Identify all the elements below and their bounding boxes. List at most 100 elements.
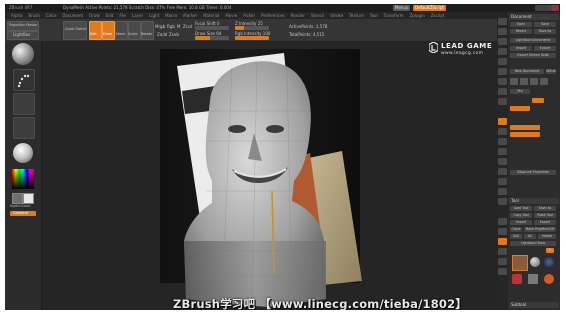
focal-shift-slider[interactable] — [195, 26, 229, 30]
goz-button[interactable]: GoZ — [510, 234, 522, 239]
aahalf-icon[interactable] — [498, 68, 507, 75]
r-toggle[interactable]: R — [546, 248, 554, 253]
menus-button[interactable]: Menus — [393, 5, 411, 11]
texture-icon[interactable] — [13, 117, 35, 139]
new-document-button[interactable]: New Document — [510, 69, 544, 74]
bpr-icon[interactable] — [498, 18, 507, 25]
tool-thumb-6[interactable] — [544, 274, 554, 284]
shelf-tool-icon-2[interactable] — [498, 228, 507, 235]
m-toggle[interactable]: M — [177, 24, 180, 29]
scroll-icon[interactable] — [498, 38, 507, 45]
revert-button[interactable]: Revert — [510, 29, 532, 34]
persp-icon[interactable] — [498, 78, 507, 85]
wsize-button[interactable]: WSize — [546, 69, 556, 74]
export-screen-grab-button[interactable]: Export Screen Grab — [510, 53, 556, 58]
goz-all-button[interactable]: All — [524, 234, 536, 239]
menu-item[interactable]: Zplugin — [410, 12, 425, 19]
maximize-icon[interactable] — [543, 5, 551, 11]
menu-item[interactable]: Edit — [106, 12, 114, 19]
zcut-toggle[interactable]: Zcut — [183, 24, 192, 29]
main-color-swatch[interactable] — [12, 193, 23, 204]
tool-panel-header[interactable]: Tool — [509, 198, 559, 204]
menu-item[interactable]: Movie — [225, 12, 237, 19]
tool-thumb-4[interactable] — [512, 274, 522, 284]
goz-visible-button[interactable]: Visible — [538, 234, 556, 239]
frame-icon[interactable] — [498, 118, 507, 125]
spix-icon[interactable] — [498, 28, 507, 35]
draw-size-slider[interactable] — [195, 36, 229, 40]
scale-view-icon[interactable] — [498, 138, 507, 145]
z-intensity-slider[interactable] — [235, 26, 269, 30]
menu-item[interactable]: Draw — [89, 12, 99, 19]
clone-button[interactable]: Clone — [510, 227, 522, 232]
xpose-icon[interactable] — [498, 198, 507, 205]
simplebrush-tool-thumbnail[interactable] — [544, 257, 554, 267]
secondary-color-swatch[interactable] — [23, 193, 34, 204]
save-as-button[interactable]: Save As — [534, 29, 556, 34]
scale-button[interactable] — [128, 21, 141, 40]
menu-item[interactable]: Stroke — [330, 12, 343, 19]
minimize-icon[interactable] — [535, 5, 543, 11]
range-toggle[interactable] — [532, 98, 544, 103]
back-color-slider[interactable] — [510, 106, 530, 111]
menu-item[interactable]: Stencil — [311, 12, 325, 19]
shelf-tool-icon-6[interactable] — [498, 268, 507, 275]
alpha-icon[interactable] — [13, 93, 35, 115]
zadd-toggle[interactable]: Zadd — [157, 32, 167, 37]
menu-item[interactable]: Marker — [183, 12, 197, 19]
menu-item[interactable]: Zscript — [431, 12, 445, 19]
menu-item[interactable]: Preferences — [261, 12, 285, 19]
pro-toggle[interactable]: Pro — [510, 89, 530, 94]
menu-item[interactable]: File — [119, 12, 126, 19]
mrgb-toggle[interactable]: Mrgb — [155, 24, 165, 29]
zapplink-properties-button[interactable]: ZAppLink Properties — [510, 170, 556, 175]
edit-button[interactable] — [89, 21, 102, 40]
subtool-panel-header[interactable]: Subtool — [509, 302, 559, 308]
rotate-view-icon[interactable] — [498, 148, 507, 155]
save-button[interactable]: Save — [534, 22, 556, 27]
transp-icon[interactable] — [498, 168, 507, 175]
save-as-tool-button[interactable]: Save As — [534, 206, 556, 211]
close-icon[interactable] — [551, 5, 559, 11]
move-view-icon[interactable] — [498, 128, 507, 135]
shelf-tool-icon-3[interactable] — [498, 238, 507, 245]
document-panel-header[interactable]: Document — [509, 14, 559, 20]
shelf-tool-icon-5[interactable] — [498, 258, 507, 265]
ghost-icon[interactable] — [498, 178, 507, 185]
make-polymesh3d-button[interactable]: Make PolyMesh3D — [524, 227, 556, 232]
lightbox-tools-button[interactable]: Lightbox>Tools — [510, 241, 556, 246]
export-tool-button[interactable]: Export — [534, 220, 556, 225]
menu-item[interactable]: Render — [291, 12, 305, 19]
rgb-toggle[interactable]: Rgb — [167, 24, 175, 29]
menu-item[interactable]: Transform — [384, 12, 404, 19]
doc-preset-icon-3[interactable] — [530, 78, 538, 85]
zsub-toggle[interactable]: Zsub — [169, 32, 179, 37]
draw-button[interactable] — [102, 21, 115, 40]
document-canvas[interactable] — [42, 41, 497, 310]
polyf-icon[interactable] — [498, 158, 507, 165]
rotate-button[interactable] — [141, 21, 154, 40]
solo-icon[interactable] — [498, 188, 507, 195]
lightbox-documents-button[interactable]: LightBox>Documents — [510, 38, 556, 43]
open-button[interactable]: Open — [510, 22, 532, 27]
shelf-tool-icon-4[interactable] — [498, 248, 507, 255]
menu-item[interactable]: Brush — [28, 12, 40, 19]
move-button[interactable] — [115, 21, 128, 40]
menu-item[interactable]: Document — [62, 12, 83, 19]
material-sphere-icon[interactable] — [13, 143, 33, 163]
menu-item[interactable]: Tool — [370, 12, 378, 19]
load-tool-button[interactable]: Load Tool — [510, 206, 532, 211]
shelf-tool-icon-1[interactable] — [498, 218, 507, 225]
menu-item[interactable]: Alpha — [11, 12, 22, 19]
stroke-dots-icon[interactable] — [13, 69, 35, 91]
import-tool-button[interactable]: Import — [510, 220, 532, 225]
switch-color-label[interactable]: SwitchColor — [10, 204, 31, 208]
sphere-tool-thumbnail[interactable] — [530, 257, 540, 267]
import-document-button[interactable]: Import — [510, 46, 532, 51]
menu-item[interactable]: Layer — [132, 12, 143, 19]
width-slider[interactable] — [510, 132, 540, 137]
export-document-button[interactable]: Export — [534, 46, 556, 51]
actual-icon[interactable] — [498, 58, 507, 65]
menu-item[interactable]: Macro — [165, 12, 177, 19]
default-zscript-button[interactable]: DefaultZScript — [413, 5, 446, 11]
